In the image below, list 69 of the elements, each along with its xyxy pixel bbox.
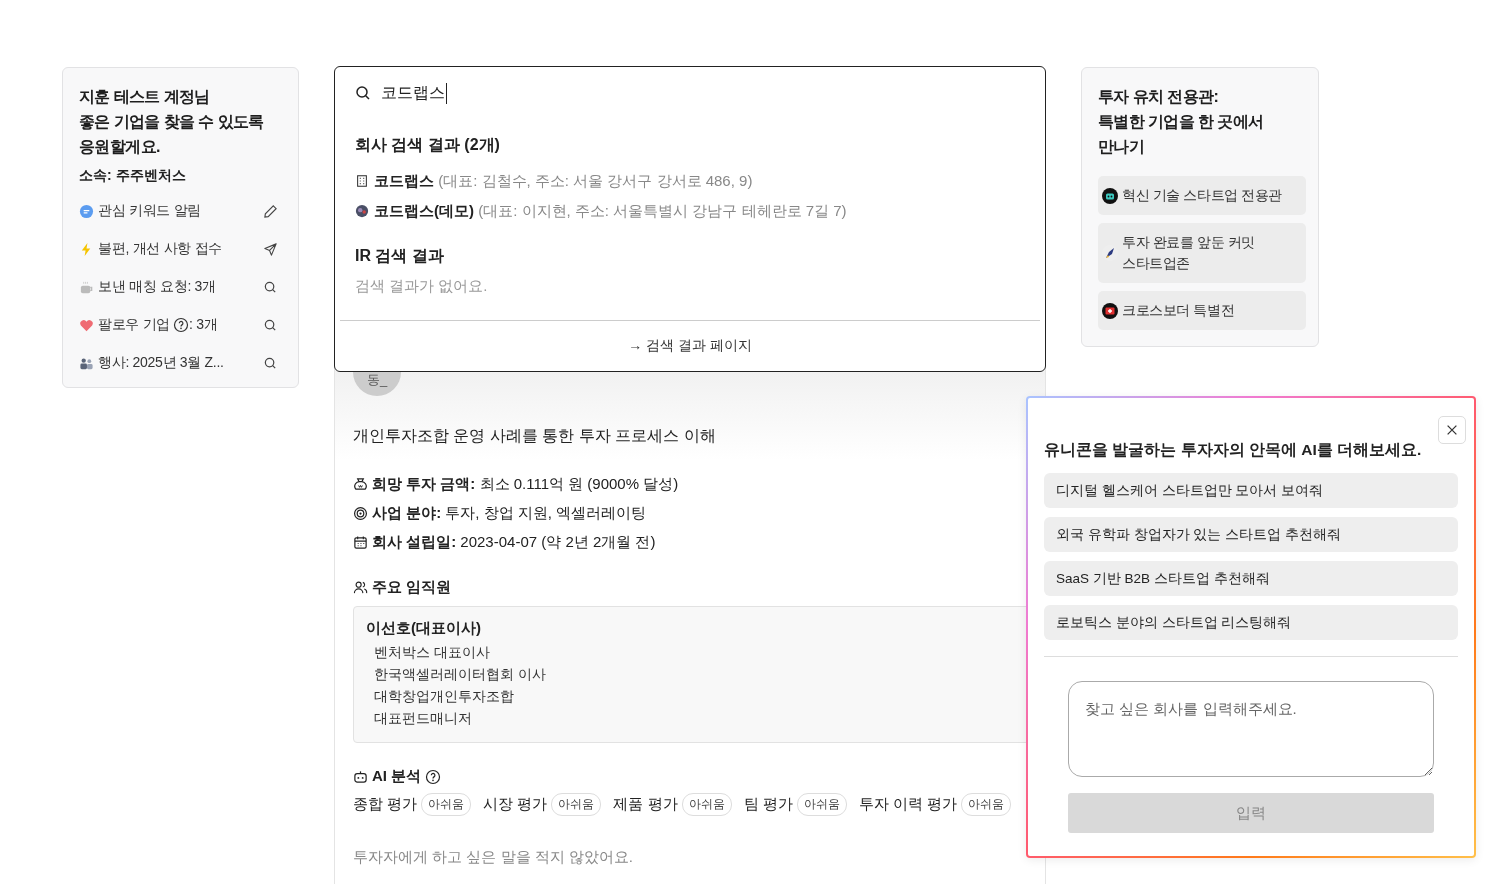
greeting-text: 지훈 테스트 계정님 좋은 기업을 찾을 수 있도록 응원할게요. xyxy=(79,87,265,157)
search-icon[interactable] xyxy=(263,279,278,295)
suggestion-chip[interactable]: SaaS 기반 B2B 스타트업 추천해줘 xyxy=(1044,561,1458,596)
menu-item[interactable]: 팔로우 기업 xyxy=(98,316,171,334)
help-icon[interactable] xyxy=(425,768,442,785)
rating-tag: 아쉬움 xyxy=(961,793,1012,816)
target-icon xyxy=(353,505,368,521)
section-heading: AI 분석 xyxy=(372,767,422,786)
search-icon[interactable] xyxy=(263,317,278,333)
menu-item[interactable]: 보낸 매칭 요청: 3개 xyxy=(98,278,216,296)
flag-icon xyxy=(1102,302,1118,319)
fact-text: 희망 투자 금액: 최소 0.111억 원 (9000% 달성) xyxy=(372,474,679,494)
send-icon[interactable] xyxy=(263,241,278,257)
section-heading: 주요 임직원 xyxy=(372,578,452,597)
showcase-link[interactable]: 크로스보더 특별전 xyxy=(1098,291,1306,330)
staff-role: 대표펀드매니저 xyxy=(373,710,473,728)
rating-tag: 아쉬움 xyxy=(421,793,472,816)
search-icon[interactable] xyxy=(263,355,278,371)
assistant-title: 유니콘을 발굴하는 투자자의 안목에 AI를 더해보세요. xyxy=(1044,440,1423,460)
chat-bubble-icon xyxy=(79,203,94,219)
company-input-field[interactable]: 찾고 싶은 회사를 입력해주세요. xyxy=(1068,681,1434,777)
section-heading: IR 검색 결과 xyxy=(355,246,445,266)
menu-item[interactable]: 불편, 개선 사항 접수 xyxy=(98,240,222,258)
showcase-link[interactable]: 투자 완료를 앞둔 커밋 스타트업존 xyxy=(1098,223,1306,283)
people-icon xyxy=(353,580,368,595)
suggestion-chip[interactable]: 로보틱스 분야의 스타트업 리스팅해줘 xyxy=(1044,605,1458,640)
showcase-title: 투자 유치 전용관: 특별한 기업을 한 곳에서 만나기 xyxy=(1098,87,1265,157)
help-icon[interactable] xyxy=(173,317,190,333)
rating-tag: 아쉬움 xyxy=(681,793,732,816)
pencil-icon[interactable] xyxy=(263,203,278,219)
company-result-link[interactable]: 코드랩스(데모) (대표: 이지현, 주소: 서울특별시 강남구 테헤란로 7길 7) xyxy=(374,201,847,221)
staff-role: 대학창업개인투자조합 xyxy=(373,688,515,706)
rating-label: 투자 이력 평가 xyxy=(858,795,958,814)
staff-name: 이선호(대표이사) xyxy=(366,619,482,638)
company-logo-icon xyxy=(355,204,369,218)
rating-label: 종합 평가 xyxy=(353,795,418,814)
rating-tag: 아쉬움 xyxy=(551,793,602,816)
count-text: : 3개 xyxy=(189,316,218,334)
fact-text: 사업 분야: 투자, 창업 지원, 엑셀러레이팅 xyxy=(372,503,647,523)
fact-text: 회사 설립일: 2023-04-07 (약 2년 2개월 전) xyxy=(372,532,656,552)
company-result-link[interactable]: 코드랩스 (대표: 김철수, 주소: 서울 강서구 강서로 486, 9) xyxy=(374,171,753,191)
search-results-page-link[interactable]: → 검색 결과 페이지 xyxy=(628,337,752,355)
cup-icon xyxy=(79,279,94,295)
showcase-link[interactable]: 혁신 기술 스타트업 전용관 xyxy=(1098,176,1306,215)
search-icon xyxy=(355,85,371,101)
empty-message-text: 투자자에게 하고 싶은 말을 적지 않았어요. xyxy=(353,848,634,867)
search-field[interactable]: 코드랩스 xyxy=(381,82,447,104)
close-icon xyxy=(1445,423,1459,437)
staff-role: 한국액셀러레이터협회 이사 xyxy=(373,666,547,684)
staff-role: 벤처박스 대표이사 xyxy=(373,644,491,662)
suggestion-chip[interactable]: 외국 유학파 창업자가 있는 스타트업 추천해줘 xyxy=(1044,517,1458,552)
affiliation-text: 소속: 주주벤처스 xyxy=(79,167,187,185)
rating-label: 제품 평가 xyxy=(613,795,678,814)
calendar-icon xyxy=(353,534,368,550)
menu-item[interactable]: 관심 키워드 알림 xyxy=(98,202,202,220)
section-heading: 회사 검색 결과 (2개) xyxy=(355,135,501,155)
heart-icon xyxy=(79,317,94,333)
money-bag-icon xyxy=(353,476,368,492)
rating-label: 팀 평가 xyxy=(743,795,793,814)
close-button[interactable] xyxy=(1438,416,1466,444)
rating-tag: 아쉬움 xyxy=(796,793,847,816)
robot-icon xyxy=(353,769,368,784)
menu-item[interactable]: 행사: 2025년 3월 Z... xyxy=(98,354,224,372)
suggestion-chip[interactable]: 디지털 헬스케어 스타트업만 모아서 보여줘 xyxy=(1044,473,1458,508)
company-description: 개인투자조합 운영 사례를 통한 투자 프로세스 이해 xyxy=(353,426,717,446)
robot-icon xyxy=(1102,187,1118,204)
empty-result-text: 검색 결과가 없어요. xyxy=(355,277,489,296)
rating-label: 시장 평가 xyxy=(483,795,548,814)
building-icon xyxy=(355,174,369,188)
